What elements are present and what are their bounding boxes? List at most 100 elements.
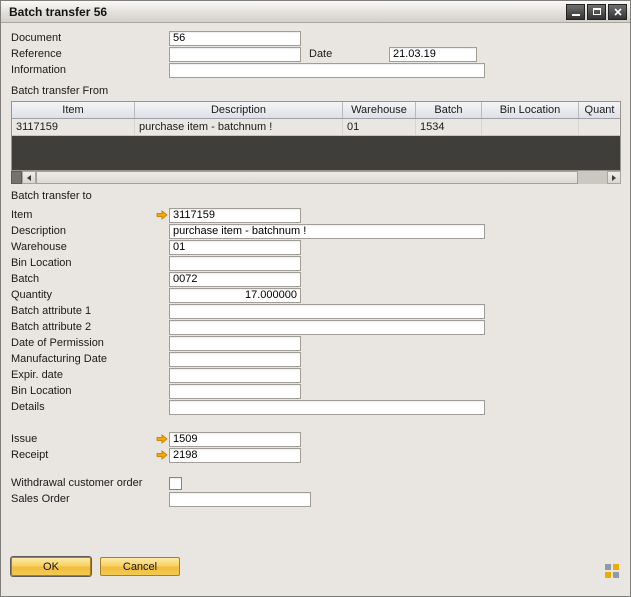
quantity-input[interactable] xyxy=(169,288,301,303)
description-row: Description xyxy=(11,223,621,239)
scroll-left-icon xyxy=(27,175,31,181)
footer: OK Cancel xyxy=(11,557,180,576)
item-row: Item xyxy=(11,207,621,223)
batch-attribute1-label: Batch attribute 1 xyxy=(11,305,169,317)
document-row: Document xyxy=(11,30,621,46)
window-controls xyxy=(566,4,627,20)
quantity-row: Quantity xyxy=(11,287,621,303)
bin-location-input[interactable] xyxy=(169,256,301,271)
bin-location2-row: Bin Location xyxy=(11,383,621,399)
from-section-title: Batch transfer From xyxy=(11,85,108,97)
scroll-left-button[interactable] xyxy=(22,171,36,184)
batch-attribute1-row: Batch attribute 1 xyxy=(11,303,621,319)
window-title: Batch transfer 56 xyxy=(9,5,566,19)
details-label: Details xyxy=(11,401,169,413)
cell-warehouse[interactable]: 01 xyxy=(343,119,416,135)
cell-quantity[interactable] xyxy=(579,119,620,135)
close-button[interactable] xyxy=(608,4,627,20)
receipt-input[interactable] xyxy=(169,448,301,463)
sales-order-label: Sales Order xyxy=(11,493,169,505)
ok-button[interactable]: OK xyxy=(11,557,91,576)
resize-square xyxy=(613,572,619,578)
title-bar[interactable]: Batch transfer 56 xyxy=(1,1,630,23)
top-fields: Document Reference Date Information xyxy=(11,30,621,78)
minimize-button[interactable] xyxy=(566,4,585,20)
receipt-label: Receipt xyxy=(11,449,156,461)
bin-location-row: Bin Location xyxy=(11,255,621,271)
batch-attribute1-input[interactable] xyxy=(169,304,485,319)
description-label: Description xyxy=(11,225,169,237)
batch-attribute2-label: Batch attribute 2 xyxy=(11,321,169,333)
item-label: Item xyxy=(11,209,156,221)
scrollbar-thumb[interactable] xyxy=(36,171,578,184)
column-header-batch[interactable]: Batch xyxy=(416,102,482,118)
sales-order-input[interactable] xyxy=(169,492,311,507)
sales-order-row: Sales Order xyxy=(11,491,621,507)
batch-label: Batch xyxy=(11,273,169,285)
expir-date-input[interactable] xyxy=(169,368,301,383)
cell-bin-location[interactable] xyxy=(482,119,579,135)
date-of-permission-input[interactable] xyxy=(169,336,301,351)
resize-square xyxy=(605,572,611,578)
cancel-button[interactable]: Cancel xyxy=(100,557,180,576)
withdrawal-checkbox[interactable] xyxy=(169,477,182,490)
batch-from-table: Item Description Warehouse Batch Bin Loc… xyxy=(11,101,621,171)
column-header-warehouse[interactable]: Warehouse xyxy=(343,102,416,118)
to-fields: Item Description Warehouse Bin Location … xyxy=(11,207,621,507)
bin-location-label: Bin Location xyxy=(11,257,169,269)
form-resize-icon[interactable] xyxy=(605,564,621,580)
column-header-item[interactable]: Item xyxy=(12,102,135,118)
batch-attribute2-row: Batch attribute 2 xyxy=(11,319,621,335)
close-icon xyxy=(614,8,622,16)
maximize-button[interactable] xyxy=(587,4,606,20)
receipt-row: Receipt xyxy=(11,447,621,463)
warehouse-row: Warehouse xyxy=(11,239,621,255)
date-of-permission-row: Date of Permission xyxy=(11,335,621,351)
document-input[interactable] xyxy=(169,31,301,46)
table-row[interactable]: 3117159 purchase item - batchnum ! 01 15… xyxy=(12,119,620,136)
item-input[interactable] xyxy=(169,208,301,223)
manufacturing-date-input[interactable] xyxy=(169,352,301,367)
column-header-description[interactable]: Description xyxy=(135,102,343,118)
horizontal-scrollbar xyxy=(11,171,621,184)
withdrawal-row: Withdrawal customer order xyxy=(11,475,621,491)
cell-batch[interactable]: 1534 xyxy=(416,119,482,135)
warehouse-input[interactable] xyxy=(169,240,301,255)
column-header-quantity[interactable]: Quant xyxy=(579,102,620,118)
issue-input[interactable] xyxy=(169,432,301,447)
information-label: Information xyxy=(11,64,169,76)
description-input[interactable] xyxy=(169,224,485,239)
batch-input[interactable] xyxy=(169,272,301,287)
cell-description[interactable]: purchase item - batchnum ! xyxy=(135,119,343,135)
scroll-right-icon xyxy=(612,175,616,181)
minimize-icon xyxy=(572,14,580,16)
resize-square xyxy=(605,564,611,570)
table-header: Item Description Warehouse Batch Bin Loc… xyxy=(12,102,620,119)
item-link-arrow-icon[interactable] xyxy=(156,210,169,220)
scrollbar-track[interactable] xyxy=(36,171,607,184)
reference-input[interactable] xyxy=(169,47,301,62)
bin-location2-label: Bin Location xyxy=(11,385,169,397)
date-input[interactable] xyxy=(389,47,477,62)
issue-link-arrow-icon[interactable] xyxy=(156,434,169,444)
batch-row: Batch xyxy=(11,271,621,287)
expir-date-label: Expir. date xyxy=(11,369,169,381)
batch-attribute2-input[interactable] xyxy=(169,320,485,335)
reference-label: Reference xyxy=(11,48,169,60)
scroll-right-button[interactable] xyxy=(607,171,621,184)
information-input[interactable] xyxy=(169,63,485,78)
details-input[interactable] xyxy=(169,400,485,415)
issue-label: Issue xyxy=(11,433,156,445)
manufacturing-date-label: Manufacturing Date xyxy=(11,353,169,365)
date-label: Date xyxy=(309,48,389,60)
information-row: Information xyxy=(11,62,621,78)
batch-transfer-window: Batch transfer 56 Document Reference Dat… xyxy=(0,0,631,597)
cell-item[interactable]: 3117159 xyxy=(12,119,135,135)
date-of-permission-label: Date of Permission xyxy=(11,337,169,349)
column-header-bin-location[interactable]: Bin Location xyxy=(482,102,579,118)
manufacturing-date-row: Manufacturing Date xyxy=(11,351,621,367)
reference-row: Reference Date xyxy=(11,46,621,62)
receipt-link-arrow-icon[interactable] xyxy=(156,450,169,460)
bin-location2-input[interactable] xyxy=(169,384,301,399)
to-section-title: Batch transfer to xyxy=(11,190,92,202)
